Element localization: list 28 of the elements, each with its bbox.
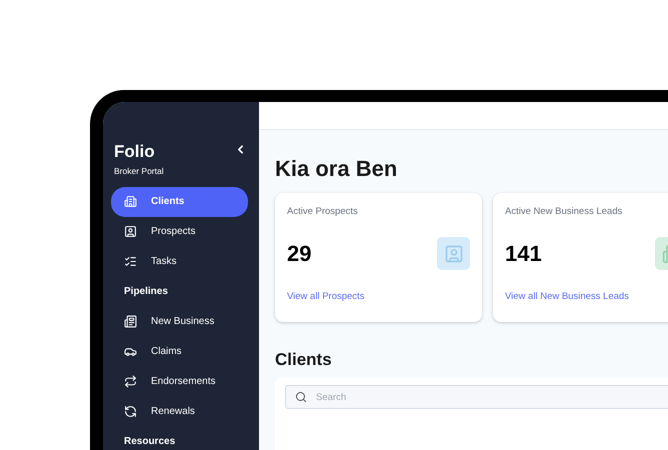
card-label: Active Prospects (287, 205, 359, 219)
card-label: Active New Business Leads (505, 205, 624, 219)
view-all-link[interactable]: View all Prospects (287, 290, 470, 304)
contact-card-icon (444, 244, 464, 264)
building-icon (124, 195, 137, 208)
nav-item[interactable]: Renewals (111, 396, 248, 427)
greeting-heading: Kia ora Ben (275, 156, 398, 182)
clients-heading: Clients (275, 350, 333, 370)
view-all-link[interactable]: View all New Business Leads (505, 290, 668, 304)
refresh-icon (124, 405, 137, 418)
brand-name: Folio (114, 142, 155, 162)
nav-item[interactable]: Clients (111, 186, 248, 217)
card-count: 141 (505, 240, 542, 268)
nav-item[interactable]: Endorsements (111, 366, 248, 397)
brand-subtitle: Broker Portal (113, 165, 165, 178)
nav-item[interactable]: Tasks (111, 246, 248, 277)
card-count: 29 (287, 240, 312, 268)
nav-item[interactable]: Claims (111, 336, 248, 367)
nav-item[interactable]: New Business (111, 306, 248, 337)
newspaper-icon (124, 315, 137, 328)
checklist-icon (124, 255, 137, 268)
search-field[interactable]: Search (285, 385, 668, 409)
contact-card-icon (124, 225, 137, 238)
search-icon (295, 391, 307, 403)
section-heading: Resources (123, 434, 176, 449)
swap-arrows-icon (124, 375, 137, 388)
nav-item[interactable]: Prospects (111, 216, 248, 247)
section-heading: Pipelines (123, 284, 169, 299)
